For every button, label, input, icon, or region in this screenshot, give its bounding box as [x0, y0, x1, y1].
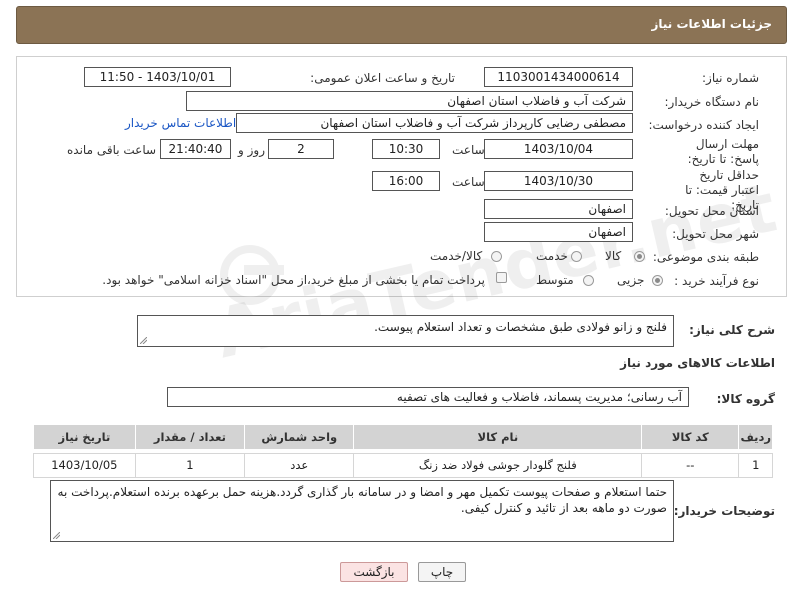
price-validity-date: 1403/10/30	[484, 171, 633, 191]
resize-grip-icon[interactable]	[53, 532, 60, 539]
print-button[interactable]: چاپ	[418, 562, 466, 582]
category-service-label: خدمت	[536, 249, 568, 263]
buyer-notes-label: توضیحات خریدار:	[673, 504, 775, 518]
province-label: استان محل تحویل:	[664, 204, 759, 218]
cell-qty: 1	[134, 452, 246, 478]
category-goods-label: کالا	[605, 249, 622, 263]
col-row-header: ردیف	[738, 424, 773, 451]
page-header: جزئیات اطلاعات نیاز	[16, 6, 787, 44]
category-both-label: کالا/خدمت	[430, 249, 483, 263]
goods-table: ردیف کد کالا نام کالا واحد شمارش تعداد /…	[33, 424, 773, 478]
goods-group-label: گروه کالا:	[716, 392, 775, 406]
table-row: 1 -- فلنج گلودار جوشی فولاد ضد زنگ عدد 1…	[33, 452, 773, 478]
treasury-payment-checkbox-icon[interactable]	[496, 272, 507, 283]
col-date-header: تاریخ نیاز	[33, 424, 136, 451]
price-validity-time-label: ساعت	[452, 175, 485, 189]
reply-deadline-date: 1403/10/04	[484, 139, 633, 159]
category-label: طبقه بندی موضوعی:	[652, 250, 759, 264]
price-validity-time: 16:00	[372, 171, 440, 191]
category-goods-radio-icon[interactable]	[634, 251, 645, 262]
goods-group-field: آب رسانی؛ مدیریت پسماند، فاضلاب و فعالیت…	[167, 387, 689, 407]
table-header-row: ردیف کد کالا نام کالا واحد شمارش تعداد /…	[33, 424, 773, 451]
description-label: شرح کلی نیاز:	[689, 323, 775, 337]
purchase-minor-label: جزیی	[617, 273, 645, 287]
buyer-org-field: شرکت آب و فاضلاب استان اصفهان	[186, 91, 633, 111]
announce-datetime-field: 1403/10/01 - 11:50	[84, 67, 231, 87]
cell-name: فلنج گلودار جوشی فولاد ضد زنگ	[353, 452, 643, 478]
col-name-header: نام کالا	[353, 424, 643, 451]
need-number-label: شماره نیاز:	[702, 71, 759, 85]
purchase-medium-radio-icon[interactable]	[583, 275, 594, 286]
time-remaining-label: ساعت باقی مانده	[67, 143, 157, 157]
purchase-medium-label: متوسط	[536, 273, 574, 287]
creator-label: ایجاد کننده درخواست:	[648, 118, 759, 132]
resize-grip-icon[interactable]	[140, 337, 147, 344]
cell-unit: عدد	[244, 452, 355, 478]
description-textarea[interactable]: فلنج و زانو فولادی طبق مشخصات و تعداد اس…	[137, 315, 674, 347]
page-title: جزئیات اطلاعات نیاز	[651, 17, 772, 31]
buyer-org-label: نام دستگاه خریدار:	[664, 95, 760, 109]
goods-section-title: اطلاعات کالاهای مورد نیاز	[620, 356, 775, 370]
back-button[interactable]: بازگشت	[340, 562, 408, 582]
col-qty-header: تعداد / مقدار	[134, 424, 246, 451]
category-both-radio-icon[interactable]	[491, 251, 502, 262]
reply-time-label: ساعت	[452, 143, 485, 157]
purchase-type-label: نوع فرآیند خرید :	[674, 274, 759, 288]
announce-datetime-label: تاریخ و ساعت اعلان عمومی:	[310, 71, 455, 85]
cell-date: 1403/10/05	[33, 452, 136, 478]
city-field: اصفهان	[484, 222, 633, 242]
cell-code: --	[641, 452, 740, 478]
reply-deadline-label: مهلت ارسال پاسخ: تا تاریخ:	[687, 137, 759, 166]
need-number-field: 1103001434000614	[484, 67, 633, 87]
buyer-contact-link[interactable]: اطلاعات تماس خریدار	[125, 116, 236, 130]
cell-row: 1	[738, 452, 773, 478]
treasury-payment-note: پرداخت تمام یا بخشی از مبلغ خرید،از محل …	[102, 273, 485, 287]
buyer-notes-textarea[interactable]: حتما استعلام و صفحات پیوست تکمیل مهر و ا…	[50, 480, 674, 542]
creator-field: مصطفی رضایی کارپرداز شرکت آب و فاضلاب اس…	[236, 113, 633, 133]
col-unit-header: واحد شمارش	[244, 424, 355, 451]
purchase-minor-radio-icon[interactable]	[652, 275, 663, 286]
days-remaining-field: 2	[268, 139, 334, 159]
col-code-header: کد کالا	[641, 424, 740, 451]
category-service-radio-icon[interactable]	[571, 251, 582, 262]
city-label: شهر محل تحویل:	[672, 227, 759, 241]
reply-deadline-time: 10:30	[372, 139, 440, 159]
time-remaining-field: 21:40:40	[160, 139, 231, 159]
days-label: روز و	[238, 143, 265, 157]
province-field: اصفهان	[484, 199, 633, 219]
buyer-notes-text: حتما استعلام و صفحات پیوست تکمیل مهر و ا…	[57, 485, 667, 515]
description-text: فلنج و زانو فولادی طبق مشخصات و تعداد اس…	[374, 320, 667, 334]
